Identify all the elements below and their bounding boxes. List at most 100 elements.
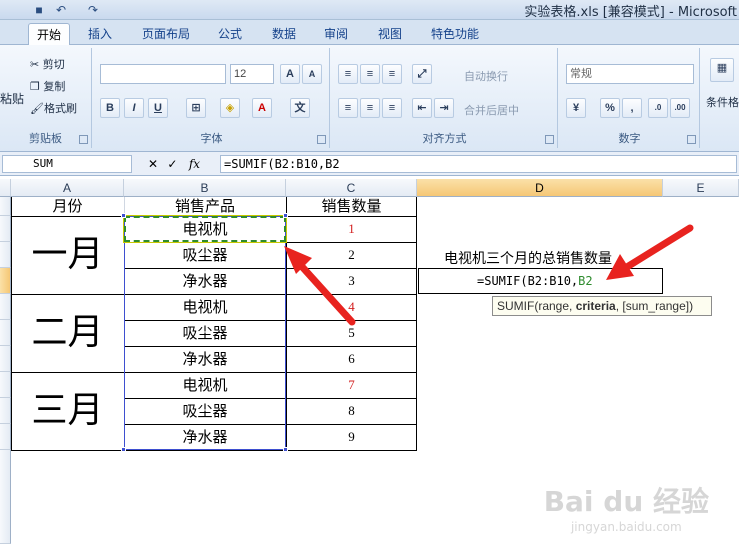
- month-cell[interactable]: 二月: [11, 294, 124, 372]
- align-middle-icon[interactable]: ≡: [360, 64, 380, 84]
- quantity-cell[interactable]: 8: [286, 398, 417, 424]
- shrink-font-button[interactable]: A: [302, 64, 322, 84]
- worksheet-grid[interactable]: A B C D E 月份 销售产品 销售数量 一月 二月 三月 电视机 1 吸尘器 2…: [0, 176, 739, 544]
- align-center-icon[interactable]: ≡: [360, 98, 380, 118]
- fill-color-icon[interactable]: ◈: [220, 98, 240, 118]
- row-header-selected[interactable]: [0, 268, 11, 294]
- percent-button[interactable]: %: [600, 98, 620, 118]
- tab-page-layout[interactable]: 页面布局: [132, 23, 200, 45]
- cut-label: 剪切: [42, 58, 65, 71]
- select-all-corner[interactable]: [0, 179, 11, 197]
- row-header[interactable]: [0, 197, 11, 216]
- font-color-icon[interactable]: A: [252, 98, 272, 118]
- edit-formula-prefix: =SUMIF(B2:B10,: [477, 274, 579, 288]
- row-header[interactable]: [0, 372, 11, 398]
- font-name-select[interactable]: [100, 64, 226, 84]
- row-header[interactable]: [0, 424, 11, 450]
- align-left-icon[interactable]: ≡: [338, 98, 358, 118]
- tab-insert[interactable]: 插入: [80, 23, 120, 45]
- row-header[interactable]: [0, 294, 11, 320]
- tab-special-features[interactable]: 特色功能: [420, 23, 490, 45]
- quantity-cell[interactable]: 1: [286, 216, 417, 242]
- number-launcher-icon[interactable]: [687, 135, 696, 144]
- column-header-e[interactable]: E: [663, 179, 739, 197]
- selection-handle[interactable]: [121, 447, 126, 452]
- tab-formulas[interactable]: 公式: [210, 23, 250, 45]
- header-product[interactable]: 销售产品: [124, 197, 286, 216]
- column-header-d[interactable]: D: [417, 179, 663, 197]
- month-cell[interactable]: 一月: [11, 216, 124, 294]
- align-right-icon[interactable]: ≡: [382, 98, 402, 118]
- font-group-label: 字体: [200, 132, 223, 145]
- row-header[interactable]: [0, 398, 11, 424]
- column-header-b[interactable]: B: [124, 179, 286, 197]
- comma-button[interactable]: ,: [622, 98, 642, 118]
- header-month[interactable]: 月份: [11, 197, 124, 216]
- row-header[interactable]: [0, 216, 11, 242]
- italic-button[interactable]: I: [124, 98, 144, 118]
- selection-handle[interactable]: [121, 213, 126, 218]
- align-top-icon[interactable]: ≡: [338, 64, 358, 84]
- paste-button[interactable]: 粘贴: [0, 90, 24, 107]
- alignment-launcher-icon[interactable]: [545, 135, 554, 144]
- selection-handle[interactable]: [283, 213, 288, 218]
- conditional-format-icon[interactable]: ▦: [710, 58, 734, 82]
- total-label[interactable]: 电视机三个月的总销售数量: [418, 249, 663, 269]
- selection-handle[interactable]: [283, 447, 288, 452]
- tab-home[interactable]: 开始: [28, 23, 70, 45]
- quantity-cell[interactable]: 6: [286, 346, 417, 372]
- name-box[interactable]: SUM: [2, 155, 132, 173]
- tab-view[interactable]: 视图: [368, 23, 412, 45]
- underline-button[interactable]: U: [148, 98, 168, 118]
- bold-button[interactable]: B: [100, 98, 120, 118]
- editing-cell[interactable]: =SUMIF(B2:B10,B2: [418, 268, 663, 294]
- row-header[interactable]: [0, 450, 11, 544]
- formula-input[interactable]: =SUMIF(B2:B10,B2: [220, 155, 737, 173]
- font-size-select[interactable]: 12: [230, 64, 274, 84]
- watermark: Bai du 经验 jingyan.baidu.com: [544, 480, 709, 534]
- styles-group: ▦ 条件格: [702, 48, 739, 148]
- conditional-format-button[interactable]: 条件格: [706, 94, 739, 110]
- column-header-a[interactable]: A: [11, 179, 124, 197]
- quantity-cell[interactable]: 2: [286, 242, 417, 268]
- clipboard-launcher-icon[interactable]: [79, 135, 88, 144]
- number-format-select[interactable]: 常规: [566, 64, 694, 84]
- save-icon[interactable]: ■: [30, 2, 48, 18]
- wrap-text-button[interactable]: 自动换行: [464, 68, 508, 84]
- row-header[interactable]: [0, 242, 11, 268]
- quantity-cell[interactable]: 3: [286, 268, 417, 294]
- merge-center-button[interactable]: 合并后居中: [464, 102, 519, 118]
- header-quantity[interactable]: 销售数量: [286, 197, 417, 216]
- currency-icon[interactable]: ¥: [566, 98, 586, 118]
- row-header[interactable]: [0, 320, 11, 346]
- align-bottom-icon[interactable]: ≡: [382, 64, 402, 84]
- function-tooltip[interactable]: SUMIF(range, criteria, [sum_range]): [492, 296, 712, 316]
- column-header-c[interactable]: C: [286, 179, 417, 197]
- row-header[interactable]: [0, 346, 11, 372]
- cut-button[interactable]: ✂ 剪切: [30, 56, 65, 72]
- font-launcher-icon[interactable]: [317, 135, 326, 144]
- quantity-cell[interactable]: 4: [286, 294, 417, 320]
- tab-data[interactable]: 数据: [262, 23, 306, 45]
- quantity-cell[interactable]: 5: [286, 320, 417, 346]
- format-painter-button[interactable]: 🖌格式刷: [30, 100, 77, 116]
- tab-review[interactable]: 审阅: [316, 23, 356, 45]
- decrease-decimal-icon[interactable]: .00: [670, 98, 690, 118]
- quantity-cell[interactable]: 7: [286, 372, 417, 398]
- quantity-cell[interactable]: 9: [286, 424, 417, 450]
- increase-indent-icon[interactable]: ⇥: [434, 98, 454, 118]
- alignment-group-label: 对齐方式: [422, 132, 467, 145]
- redo-icon[interactable]: ↷: [84, 2, 102, 18]
- undo-icon[interactable]: ↶: [52, 2, 70, 18]
- orientation-icon[interactable]: ⤢: [412, 64, 432, 84]
- grow-font-button[interactable]: A: [280, 64, 300, 84]
- decrease-indent-icon[interactable]: ⇤: [412, 98, 432, 118]
- border-icon[interactable]: ⊞: [186, 98, 206, 118]
- enter-icon[interactable]: ✓: [167, 157, 177, 171]
- cancel-icon[interactable]: ✕: [148, 157, 158, 171]
- increase-decimal-icon[interactable]: .0: [648, 98, 668, 118]
- phonetic-icon[interactable]: 文: [290, 98, 310, 118]
- month-cell[interactable]: 三月: [11, 372, 124, 450]
- copy-button[interactable]: ❐ 复制: [30, 78, 65, 94]
- fx-icon[interactable]: fx: [189, 157, 200, 171]
